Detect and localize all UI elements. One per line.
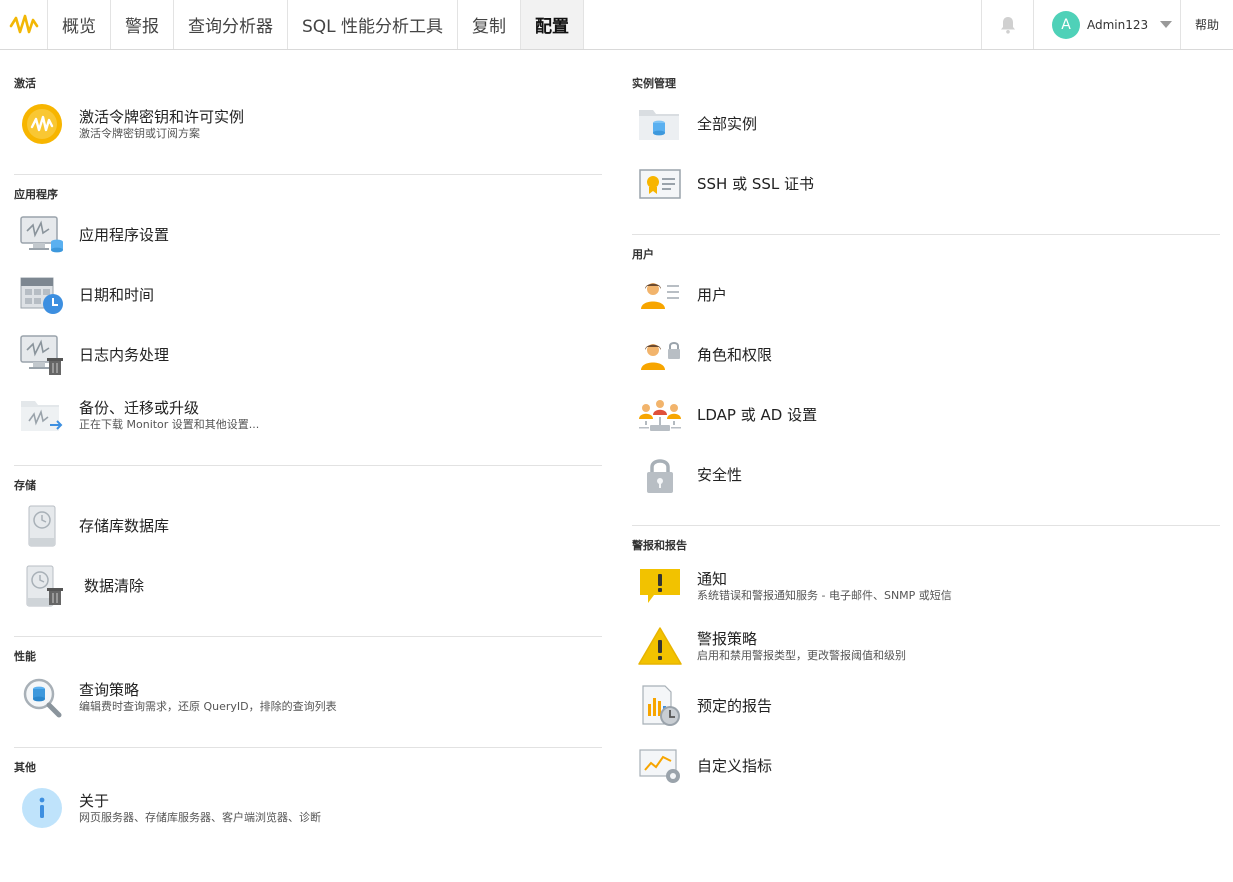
item-description: 系统错误和警报通知服务 - 电子邮件、SNMP 或短信 bbox=[697, 589, 952, 602]
history-disk-icon bbox=[16, 502, 68, 550]
item-description: 启用和禁用警报类型，更改警报阈值和级别 bbox=[697, 649, 906, 662]
user-menu[interactable]: A Admin123 bbox=[1033, 0, 1181, 49]
notification-bubble-icon bbox=[634, 562, 686, 610]
menu-item-application-settings[interactable]: 应用程序设置 bbox=[14, 205, 602, 265]
item-label: 警报策略 bbox=[697, 630, 758, 648]
section-title: 存储 bbox=[14, 479, 36, 492]
calendar-clock-icon bbox=[16, 271, 68, 319]
section-alerts-reports: 警报和报告 通知 系统错误和警报通知服务 - 电子邮件、SNMP 或短信 警报策… bbox=[632, 526, 1220, 796]
item-description: 激活令牌密钥或订阅方案 bbox=[79, 127, 200, 140]
info-icon bbox=[16, 784, 68, 832]
menu-item-backup-migrate-upgrade[interactable]: 备份、迁移或升级 正在下载 Monitor 设置和其他设置... bbox=[14, 385, 602, 445]
menu-item-ssh-ssl-certificate[interactable]: SSH 或 SSL 证书 bbox=[632, 154, 1220, 214]
folder-database-icon bbox=[634, 100, 686, 148]
folder-arrow-icon bbox=[16, 391, 68, 439]
tab-replication[interactable]: 复制 bbox=[458, 0, 522, 49]
section-storage: 存储 存储库数据库 数据清除 bbox=[14, 466, 602, 637]
item-label: 查询策略 bbox=[79, 681, 140, 699]
notifications-button[interactable] bbox=[981, 0, 1033, 49]
item-label: 激活令牌密钥和许可实例 bbox=[79, 108, 245, 126]
menu-item-users[interactable]: 用户 bbox=[632, 265, 1220, 325]
section-title: 实例管理 bbox=[632, 77, 676, 90]
section-activation: 激活 激活令牌密钥和许可实例 激活令牌密钥或订阅方案 bbox=[14, 50, 602, 175]
user-group-network-icon bbox=[634, 391, 686, 439]
menu-item-repository-database[interactable]: 存储库数据库 bbox=[14, 496, 602, 556]
tab-configuration[interactable]: 配置 bbox=[521, 0, 585, 49]
menu-item-notifications[interactable]: 通知 系统错误和警报通知服务 - 电子邮件、SNMP 或短信 bbox=[632, 556, 1220, 616]
avatar: A bbox=[1052, 10, 1080, 39]
item-label: 日志内务处理 bbox=[79, 346, 170, 364]
left-column: 激活 激活令牌密钥和许可实例 激活令牌密钥或订阅方案 应用程序 应用程序设置 日… bbox=[14, 50, 602, 838]
section-title: 激活 bbox=[14, 77, 36, 90]
menu-item-activate-license[interactable]: 激活令牌密钥和许可实例 激活令牌密钥或订阅方案 bbox=[14, 94, 602, 154]
menu-item-about[interactable]: 关于 网页服务器、存储库服务器、客户端浏览器、诊断 bbox=[14, 778, 602, 838]
certificate-icon bbox=[634, 160, 686, 208]
username: Admin123 bbox=[1087, 17, 1149, 32]
menu-item-ldap-ad-settings[interactable]: LDAP 或 AD 设置 bbox=[632, 385, 1220, 445]
item-label: 预定的报告 bbox=[697, 697, 773, 715]
app-logo[interactable] bbox=[0, 0, 48, 49]
menu-item-query-policy[interactable]: 查询策略 编辑费时查询需求，还原 QueryID，排除的查询列表 bbox=[14, 667, 602, 727]
section-application: 应用程序 应用程序设置 日期和时间 日志内务处理 备份、迁移或升级 正在下载 M… bbox=[14, 175, 602, 466]
menu-item-security[interactable]: 安全性 bbox=[632, 445, 1220, 505]
menu-item-custom-metrics[interactable]: 自定义指标 bbox=[632, 736, 1220, 796]
item-label: 数据清除 bbox=[84, 577, 145, 595]
item-description: 编辑费时查询需求，还原 QueryID，排除的查询列表 bbox=[79, 700, 337, 713]
tab-sql-profiler[interactable]: SQL 性能分析工具 bbox=[288, 0, 459, 49]
item-label: 用户 bbox=[697, 286, 728, 304]
menu-item-alert-policy[interactable]: 警报策略 启用和禁用警报类型，更改警报阈值和级别 bbox=[632, 616, 1220, 676]
item-label: LDAP 或 AD 设置 bbox=[697, 406, 818, 424]
user-lock-icon bbox=[634, 331, 686, 379]
tab-query-analyzer[interactable]: 查询分析器 bbox=[174, 0, 288, 49]
chevron-down-icon bbox=[1160, 21, 1173, 28]
padlock-icon bbox=[634, 451, 686, 499]
item-label: 应用程序设置 bbox=[79, 226, 170, 244]
section-other: 其他 关于 网页服务器、存储库服务器、客户端浏览器、诊断 bbox=[14, 748, 602, 838]
menu-item-date-time[interactable]: 日期和时间 bbox=[14, 265, 602, 325]
item-label: 安全性 bbox=[697, 466, 743, 484]
menu-item-data-purge[interactable]: 数据清除 bbox=[14, 556, 602, 616]
user-list-icon bbox=[634, 271, 686, 319]
menu-item-all-instances[interactable]: 全部实例 bbox=[632, 94, 1220, 154]
item-description: 正在下载 Monitor 设置和其他设置... bbox=[79, 418, 260, 431]
help-button[interactable]: 帮助 bbox=[1181, 0, 1233, 49]
menu-item-roles-permissions[interactable]: 角色和权限 bbox=[632, 325, 1220, 385]
topbar-right-group: A Admin123 帮助 bbox=[981, 0, 1233, 49]
item-label: 自定义指标 bbox=[697, 757, 773, 775]
item-label: 全部实例 bbox=[697, 115, 758, 133]
item-label: 角色和权限 bbox=[697, 346, 773, 364]
menu-item-log-housekeeping[interactable]: 日志内务处理 bbox=[14, 325, 602, 385]
item-label: 关于 bbox=[79, 792, 110, 810]
tab-alerts[interactable]: 警报 bbox=[111, 0, 174, 49]
history-disk-trash-icon bbox=[16, 562, 68, 610]
section-performance: 性能 查询策略 编辑费时查询需求，还原 QueryID，排除的查询列表 bbox=[14, 637, 602, 748]
warning-triangle-icon bbox=[634, 622, 686, 670]
right-column: 实例管理 全部实例 SSH 或 SSL 证书 用户 用户 角色和权限 LDAP … bbox=[632, 50, 1220, 796]
top-navigation-bar: 概览 警报 查询分析器 SQL 性能分析工具 复制 配置 A Admin123 … bbox=[0, 0, 1233, 50]
logo-icon bbox=[9, 14, 38, 33]
section-users: 用户 用户 角色和权限 LDAP 或 AD 设置 安全性 bbox=[632, 235, 1220, 526]
section-title: 应用程序 bbox=[14, 188, 58, 201]
monitor-database-icon bbox=[16, 211, 68, 259]
item-label: SSH 或 SSL 证书 bbox=[697, 175, 815, 193]
section-title: 用户 bbox=[632, 248, 654, 261]
menu-item-scheduled-reports[interactable]: 预定的报告 bbox=[632, 676, 1220, 736]
tab-overview[interactable]: 概览 bbox=[48, 0, 111, 49]
section-title: 其他 bbox=[14, 761, 36, 774]
item-label: 存储库数据库 bbox=[79, 517, 170, 535]
magnifier-database-icon bbox=[16, 673, 68, 721]
monitor-trash-icon bbox=[16, 331, 68, 379]
item-description: 网页服务器、存储库服务器、客户端浏览器、诊断 bbox=[79, 811, 321, 824]
bell-icon bbox=[1000, 16, 1015, 34]
license-coin-icon bbox=[16, 100, 68, 148]
report-clock-icon bbox=[634, 682, 686, 730]
item-label: 备份、迁移或升级 bbox=[79, 399, 200, 417]
item-label: 通知 bbox=[697, 570, 728, 588]
item-label: 日期和时间 bbox=[79, 286, 155, 304]
section-title: 性能 bbox=[14, 650, 36, 663]
chart-gear-icon bbox=[634, 742, 686, 790]
section-instance-management: 实例管理 全部实例 SSH 或 SSL 证书 bbox=[632, 50, 1220, 235]
section-title: 警报和报告 bbox=[632, 539, 687, 552]
